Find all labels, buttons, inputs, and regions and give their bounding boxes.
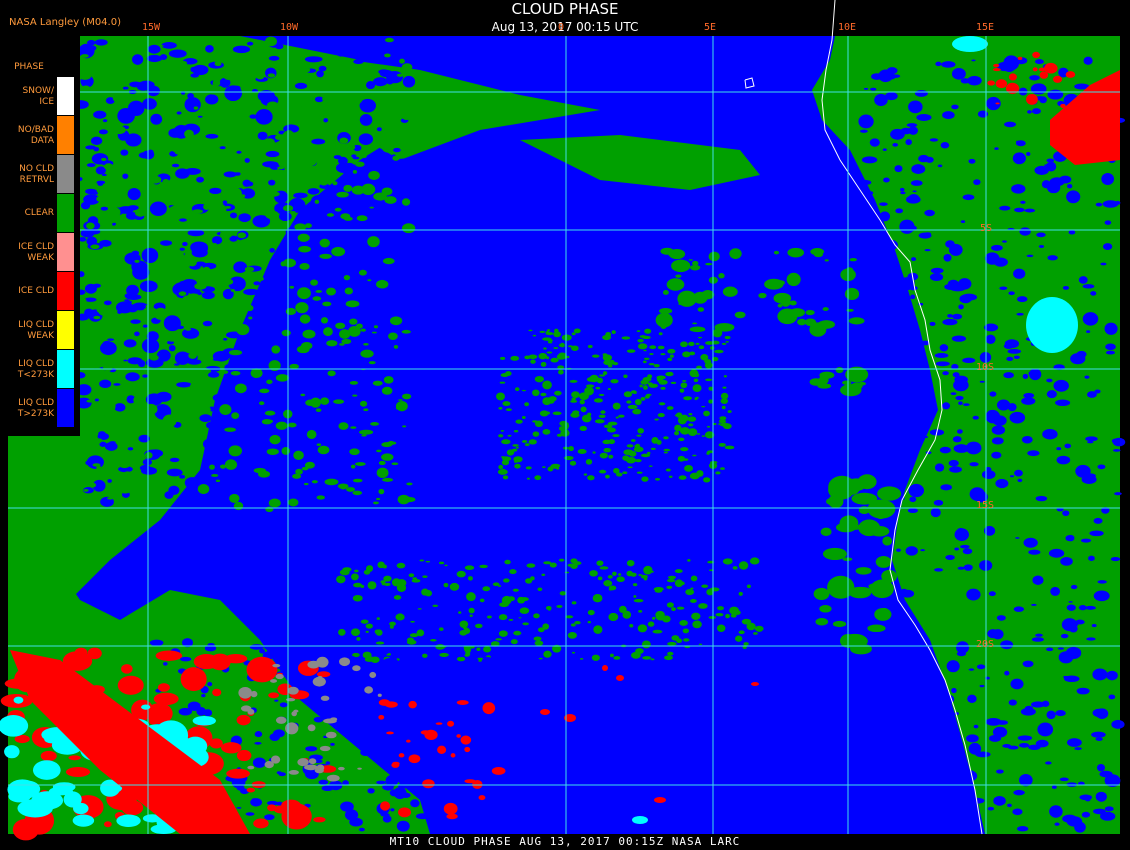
- legend-swatch: [57, 272, 74, 310]
- legend-label: ICE CLD: [18, 286, 54, 296]
- legend-swatch: [57, 233, 74, 271]
- legend-swatch: [57, 194, 74, 232]
- legend-swatch: [57, 116, 74, 154]
- lat-label-20s: 20S: [976, 639, 995, 650]
- legend-swatch: [57, 311, 74, 349]
- legend-swatch: [57, 350, 74, 388]
- legend-label: LIQ CLD: [18, 397, 54, 408]
- legend-label: T>273K: [17, 408, 54, 419]
- lat-label-15s: 15S: [976, 500, 995, 511]
- legend-label: SNOW/: [22, 85, 54, 96]
- legend-label: DATA: [30, 135, 54, 146]
- legend-label: NO/BAD: [17, 124, 54, 135]
- legend-label: T<273K: [17, 369, 54, 380]
- provider-label: NASA Langley (M04.0): [9, 17, 121, 28]
- lon-label-15e: 15E: [976, 22, 995, 33]
- legend-item-ice-cld: ICE CLD: [0, 272, 80, 311]
- legend-label: LIQ CLD: [18, 358, 54, 369]
- legend-label: WEAK: [27, 252, 54, 263]
- legend-swatch: [57, 77, 74, 115]
- legend-label: WEAK: [27, 330, 54, 341]
- map-title: CLOUD PHASE: [511, 0, 619, 18]
- legend-item-liq-cld-cold: LIQ CLD T<273K: [0, 350, 80, 389]
- lon-label-0: 0: [558, 22, 565, 33]
- legend-label: LIQ CLD: [18, 319, 54, 330]
- lat-label-10s: 10S: [976, 362, 995, 373]
- phase-legend: PHASE SNOW/ICE NO/BAD DATA NO CLD RETRVL C…: [0, 36, 80, 436]
- lon-label-5e: 5E: [704, 22, 717, 33]
- legend-label: CLEAR: [24, 208, 54, 218]
- legend-item-clear: CLEAR: [0, 194, 80, 233]
- legend-swatch: [57, 155, 74, 193]
- cloud-phase-map: [0, 0, 1130, 850]
- legend-swatch: [57, 389, 74, 427]
- satellite-imagery: [0, 35, 1126, 841]
- footer-caption: MT10 CLOUD PHASE AUG 13, 2017 00:15Z NAS…: [389, 835, 741, 848]
- legend-item-liq-cld-weak: LIQ CLD WEAK: [0, 311, 80, 350]
- legend-label: ICE CLD: [18, 241, 54, 252]
- lon-label-10e: 10E: [838, 22, 857, 33]
- legend-item-snow-ice: SNOW/ICE: [0, 77, 80, 116]
- legend-item-liq-cld-warm: LIQ CLD T>273K: [0, 389, 80, 428]
- legend-item-no-bad-data: NO/BAD DATA: [0, 116, 80, 155]
- legend-label: RETRVL: [19, 174, 54, 185]
- lon-label-15w: 15W: [142, 22, 161, 33]
- legend-heading: PHASE: [14, 62, 44, 72]
- lat-label-5s: 5S: [980, 223, 993, 234]
- legend-item-no-cld-retrvl: NO CLD RETRVL: [0, 155, 80, 194]
- map-datetime: Aug 13, 2017 00:15 UTC: [491, 20, 639, 34]
- legend-label: NO CLD: [19, 163, 54, 174]
- legend-item-ice-cld-weak: ICE CLD WEAK: [0, 233, 80, 272]
- lon-label-10w: 10W: [280, 22, 299, 33]
- legend-label: ICE: [39, 96, 54, 107]
